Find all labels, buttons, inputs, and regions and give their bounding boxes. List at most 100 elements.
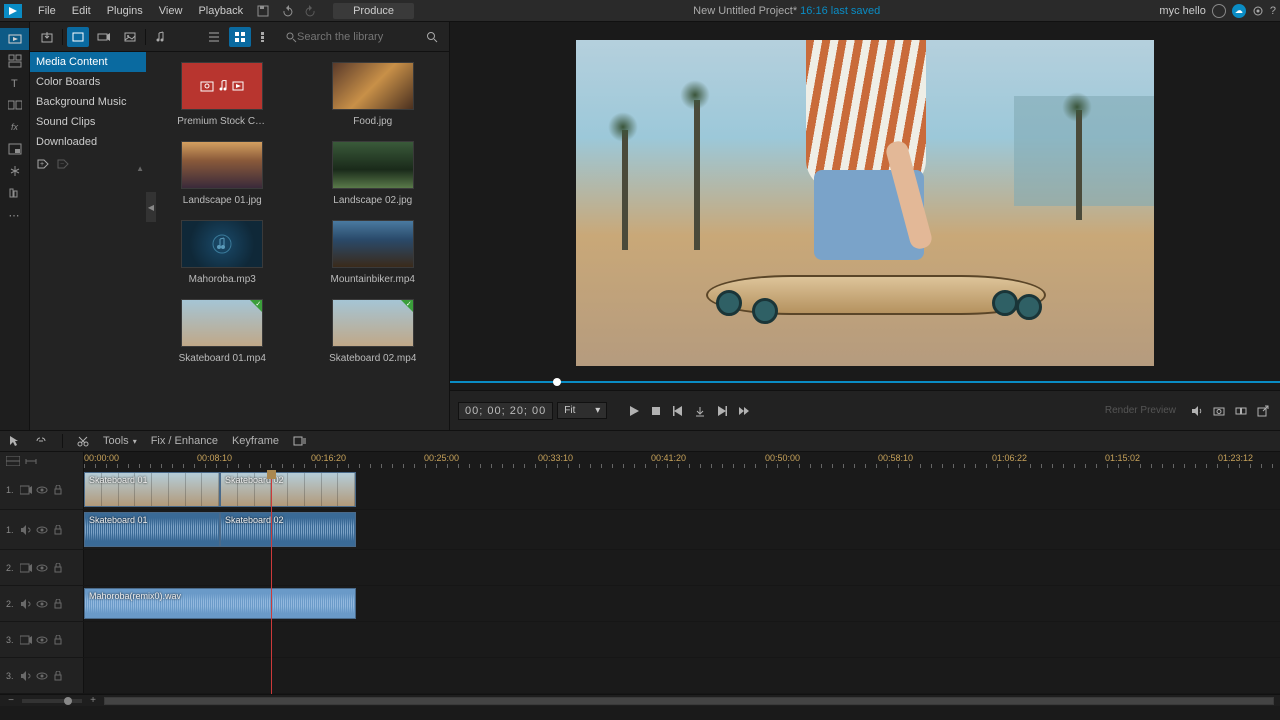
produce-button[interactable]: Produce	[333, 3, 414, 19]
track-visible-icon[interactable]	[36, 562, 48, 574]
collapse-categories-icon[interactable]: ◀	[146, 192, 156, 222]
link-tool-icon[interactable]	[34, 435, 48, 447]
timeline-hscroll[interactable]	[104, 697, 1274, 705]
playhead[interactable]	[271, 470, 272, 694]
view-grid-icon[interactable]	[229, 27, 251, 47]
category-media-content[interactable]: Media Content	[30, 52, 146, 72]
stop-icon[interactable]	[647, 402, 665, 420]
track-lane[interactable]	[84, 658, 1280, 693]
pointer-tool-icon[interactable]	[8, 435, 20, 447]
track-lock-icon[interactable]	[52, 524, 64, 536]
library-item[interactable]: Landscape 02.jpg	[313, 141, 434, 206]
preview-seekbar[interactable]	[450, 374, 1280, 390]
track-lock-icon[interactable]	[52, 484, 64, 496]
menu-edit[interactable]: Edit	[64, 5, 99, 17]
fast-forward-icon[interactable]	[735, 402, 753, 420]
settings-icon[interactable]	[1252, 5, 1264, 17]
track-lane[interactable]: Skateboard 01Skateboard 02	[84, 510, 1280, 549]
mute-icon[interactable]	[1188, 402, 1206, 420]
dual-preview-icon[interactable]	[1232, 402, 1250, 420]
zoom-out-icon[interactable]: −	[6, 696, 16, 706]
popout-icon[interactable]	[1254, 402, 1272, 420]
title-room-icon[interactable]: T	[0, 72, 29, 94]
track-visible-icon[interactable]	[36, 484, 48, 496]
zoom-fit-select[interactable]: Fit▾	[557, 402, 607, 419]
track-lock-icon[interactable]	[52, 562, 64, 574]
library-item[interactable]: Mahoroba.mp3	[162, 220, 283, 285]
timeline-clip[interactable]: Skateboard 01	[84, 512, 220, 547]
search-submit-icon[interactable]	[421, 27, 443, 47]
layout-room-icon[interactable]	[0, 50, 29, 72]
app-logo[interactable]	[4, 4, 22, 18]
category-color-boards[interactable]: Color Boards	[30, 72, 146, 92]
filter-video-icon[interactable]	[93, 27, 115, 47]
record-icon[interactable]	[691, 402, 709, 420]
library-item[interactable]: Landscape 01.jpg	[162, 141, 283, 206]
transition-room-icon[interactable]	[0, 94, 29, 116]
track-visible-icon[interactable]	[36, 524, 48, 536]
menu-view[interactable]: View	[151, 5, 191, 17]
track-visible-icon[interactable]	[36, 634, 48, 646]
media-room-icon[interactable]	[0, 28, 29, 50]
fix-enhance-button[interactable]: Fix / Enhance	[151, 435, 218, 447]
timeline-clip[interactable]: Skateboard 01	[84, 472, 220, 507]
menu-file[interactable]: File	[30, 5, 64, 17]
user-avatar-icon[interactable]	[1212, 4, 1226, 18]
track-lock-icon[interactable]	[52, 670, 64, 682]
category-sound-clips[interactable]: Sound Clips	[30, 112, 146, 132]
library-item[interactable]: Skateboard 01.mp4	[162, 299, 283, 364]
timeline-markers-icon[interactable]	[24, 456, 38, 466]
snapshot-icon[interactable]	[1210, 402, 1228, 420]
tag-remove-icon[interactable]: −	[56, 158, 70, 172]
library-search-input[interactable]	[297, 31, 417, 43]
track-lock-icon[interactable]	[52, 634, 64, 646]
timeline-clip[interactable]: Mahoroba(remix0).wav	[84, 588, 356, 619]
audio-room-icon[interactable]	[0, 182, 29, 204]
category-collapse-icon[interactable]: ▲	[136, 164, 144, 173]
save-icon[interactable]	[251, 5, 275, 17]
menu-playback[interactable]: Playback	[190, 5, 251, 17]
filter-image-icon[interactable]	[119, 27, 141, 47]
zoom-in-icon[interactable]: +	[88, 696, 98, 706]
library-item[interactable]: Food.jpg	[313, 62, 434, 127]
play-icon[interactable]	[625, 402, 643, 420]
track-lock-icon[interactable]	[52, 598, 64, 610]
view-detail-icon[interactable]	[255, 27, 277, 47]
category-downloaded[interactable]: Downloaded	[30, 132, 146, 152]
particle-room-icon[interactable]	[0, 160, 29, 182]
view-list-icon[interactable]	[203, 27, 225, 47]
preview-frame[interactable]	[576, 40, 1154, 366]
track-lane[interactable]: Mahoroba(remix0).wav	[84, 586, 1280, 621]
library-item[interactable]: Skateboard 02.mp4	[313, 299, 434, 364]
track-lane[interactable]	[84, 622, 1280, 657]
library-item[interactable]: Premium Stock Cont...	[162, 62, 283, 127]
cloud-icon[interactable]: ☁	[1232, 4, 1246, 18]
timeline-ruler[interactable]: 00:00:0000:08:1000:16:2000:25:0000:33:10…	[84, 452, 1280, 470]
cut-tool-icon[interactable]	[77, 435, 89, 447]
more-rooms-icon[interactable]: ⋯	[0, 204, 29, 226]
tag-add-icon[interactable]: +	[36, 158, 50, 172]
filter-all-icon[interactable]	[67, 27, 89, 47]
prev-frame-icon[interactable]	[669, 402, 687, 420]
filter-audio-icon[interactable]	[150, 27, 172, 47]
fx-room-icon[interactable]: fx	[0, 116, 29, 138]
timeline-clip[interactable]: Skateboard 02	[220, 472, 356, 507]
undo-icon[interactable]	[275, 5, 299, 17]
pip-room-icon[interactable]	[0, 138, 29, 160]
zoom-slider[interactable]	[22, 699, 82, 703]
import-icon[interactable]	[36, 27, 58, 47]
track-visible-icon[interactable]	[36, 598, 48, 610]
track-lane[interactable]: Skateboard 01Skateboard 02	[84, 470, 1280, 509]
help-icon[interactable]: ?	[1270, 5, 1276, 17]
timecode-display[interactable]: 00; 00; 20; 00	[458, 402, 553, 420]
keyframe-button[interactable]: Keyframe	[232, 435, 279, 447]
tools-menu[interactable]: Tools ▾	[103, 435, 137, 447]
next-frame-icon[interactable]	[713, 402, 731, 420]
menu-plugins[interactable]: Plugins	[99, 5, 151, 17]
more-timeline-icon[interactable]	[293, 435, 307, 447]
category-background-music[interactable]: Background Music	[30, 92, 146, 112]
library-item[interactable]: Mountainbiker.mp4	[313, 220, 434, 285]
timeline-clip[interactable]: Skateboard 02	[220, 512, 356, 547]
timeline-view-icon[interactable]	[6, 456, 20, 466]
track-lane[interactable]	[84, 550, 1280, 585]
